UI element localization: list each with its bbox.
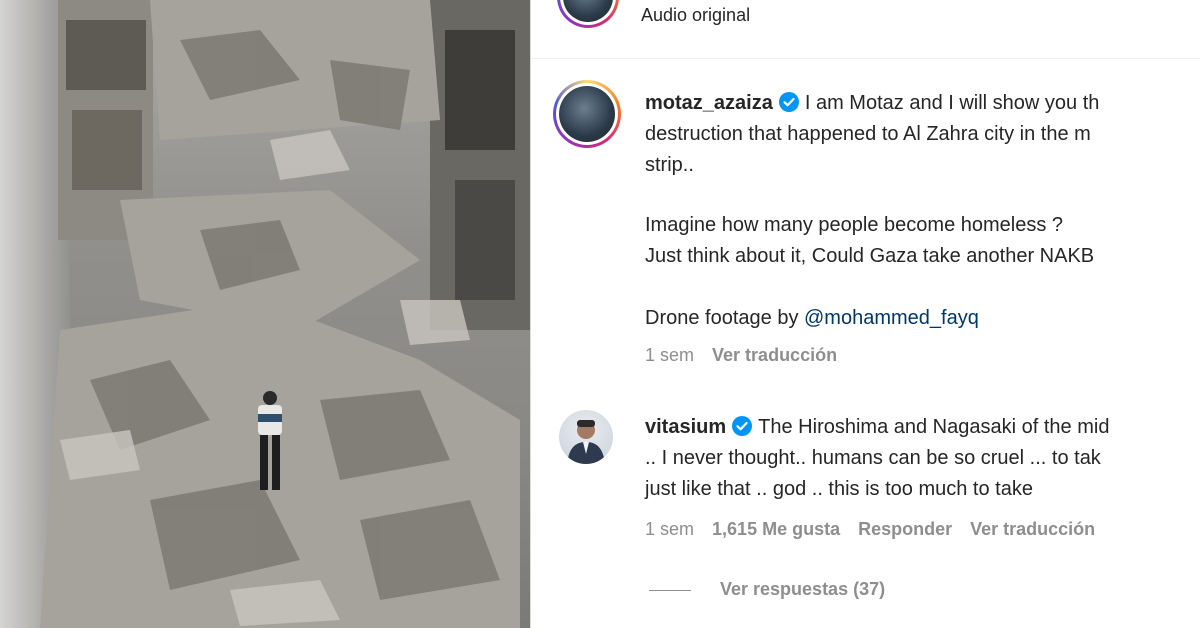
mention-link[interactable]: @mohammed_fayq: [804, 307, 979, 329]
comment-line-3: just like that .. god .. this is too muc…: [645, 478, 1033, 500]
caption-username[interactable]: motaz_azaiza: [645, 92, 773, 114]
view-replies-button[interactable]: Ver respuestas (37): [720, 579, 885, 600]
replies-line: [649, 590, 691, 591]
comment-text: The Hiroshima and Nagasaki of the mid: [758, 416, 1110, 438]
comment-line-2: .. I never thought.. humans can be so cr…: [645, 447, 1101, 469]
rubble-image: [0, 0, 530, 628]
caption-meta: 1 sem Ver traducción: [645, 345, 837, 366]
comment-likes[interactable]: 1,615 Me gusta: [712, 519, 840, 539]
audio-label[interactable]: Audio original: [641, 0, 750, 31]
caption-line-1: motaz_azaiza I am Motaz and I will show y…: [645, 88, 1099, 119]
verified-badge-icon: [732, 416, 753, 437]
header-separator: [531, 58, 1200, 59]
comment-username[interactable]: vitasium: [645, 416, 726, 438]
caption-line-4: Imagine how many people become homeless …: [645, 214, 1064, 236]
caption-credit: Drone footage by: [645, 307, 799, 329]
caption-line-5: Just think about it, Could Gaza take ano…: [645, 245, 1095, 267]
reply-button[interactable]: Responder: [858, 519, 952, 539]
caption-line-3: strip..: [645, 154, 694, 176]
caption-translate-button[interactable]: Ver traducción: [712, 345, 837, 365]
verified-badge-icon: [778, 92, 799, 113]
commenter-photo: [567, 420, 605, 464]
author-avatar-top[interactable]: [557, 0, 619, 28]
comment-translate-button[interactable]: Ver traducción: [970, 519, 1095, 539]
author-avatar[interactable]: [553, 80, 621, 148]
caption-line-6: Drone footage by @mohammed_fayq: [645, 303, 979, 334]
comment-time[interactable]: 1 sem: [645, 519, 694, 539]
caption-time[interactable]: 1 sem: [645, 345, 694, 365]
comment-meta: 1 sem 1,615 Me gusta Responder Ver traducci…: [645, 519, 1095, 540]
caption-line-2: destruction that happened to Al Zahra ci…: [645, 123, 1091, 145]
comment-line-1: vitasium The Hiroshima and Nagasaki of th…: [645, 412, 1109, 443]
caption-text: I am Motaz and I will show you th: [804, 92, 1100, 114]
commenter-avatar[interactable]: [559, 410, 613, 464]
post-photo[interactable]: [0, 0, 530, 628]
comments-panel: Audio original motaz_azaiza I am Motaz an…: [531, 0, 1200, 628]
